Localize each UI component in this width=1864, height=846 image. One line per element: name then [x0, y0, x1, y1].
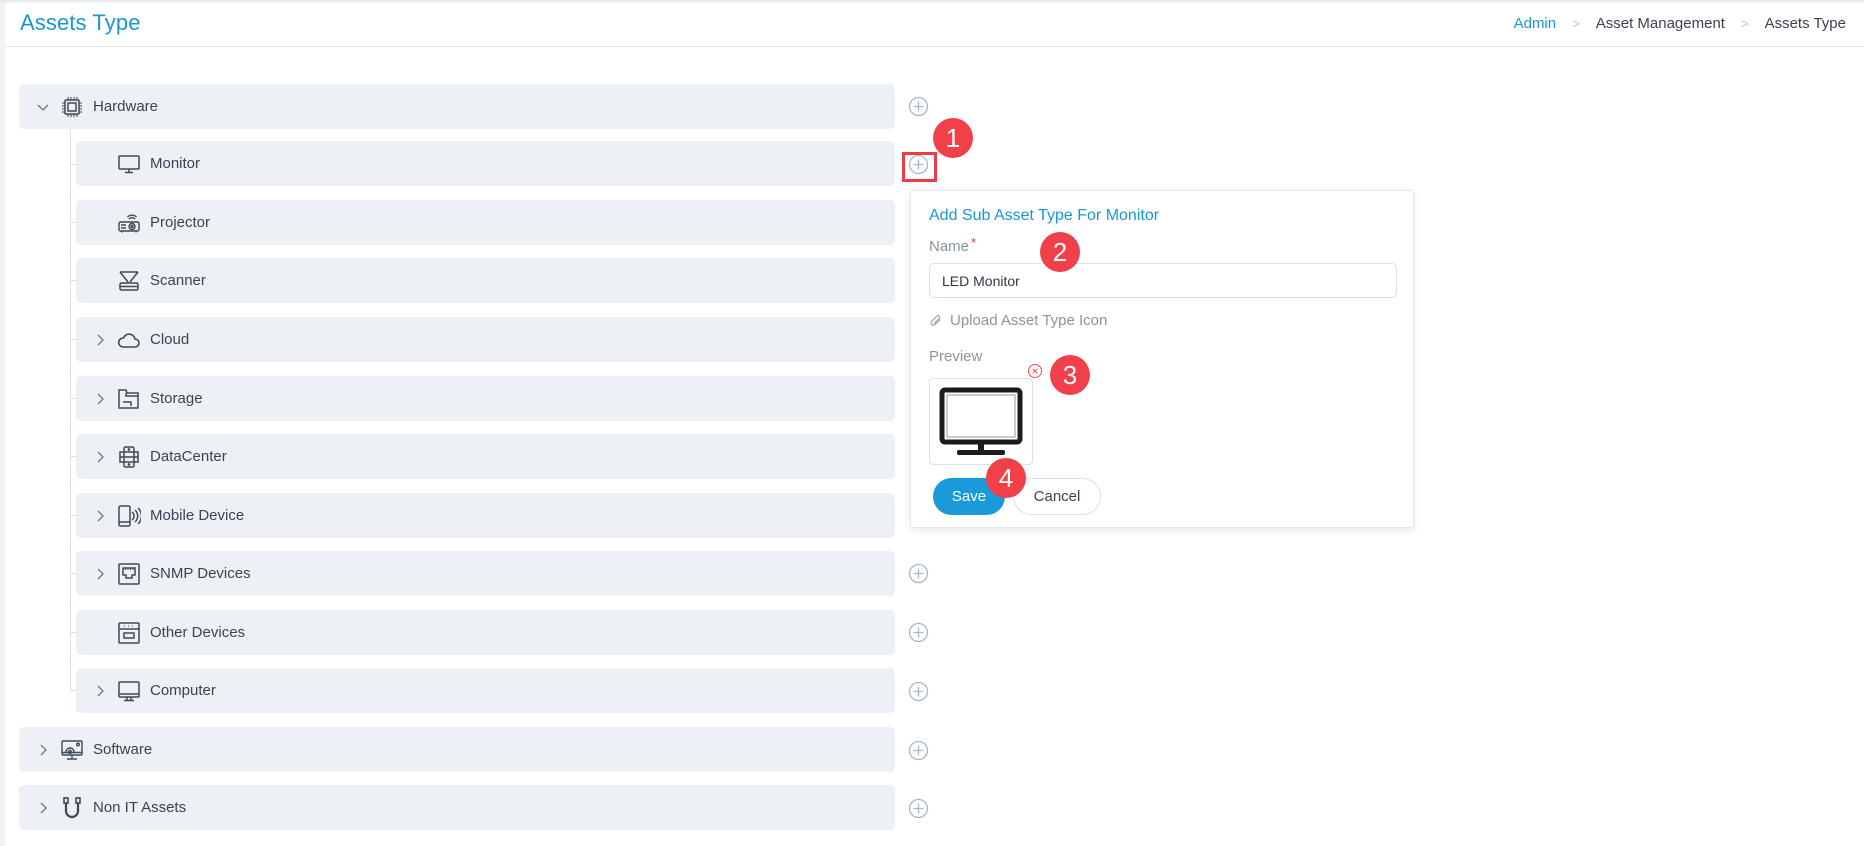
icon-preview [929, 378, 1033, 465]
tree-row-label: Cloud [150, 331, 190, 348]
tree-row-software[interactable]: Software [19, 727, 895, 772]
cloud-icon [117, 328, 141, 352]
plus-circle-icon [908, 681, 929, 702]
tree-row-snmp-devices[interactable]: SNMP Devices [76, 551, 895, 596]
close-circle-icon [1028, 364, 1042, 378]
tree-row-label: Computer [150, 682, 216, 699]
page-header: Assets Type Admin > Asset Management > A… [5, 0, 1864, 47]
step-badge-2: 2 [1040, 232, 1080, 272]
tree-row-label: DataCenter [150, 448, 227, 465]
chevron-right-icon[interactable] [36, 743, 50, 757]
scanner-icon [117, 269, 141, 293]
add-sub-type-snmp-button[interactable] [908, 563, 929, 584]
tree-row-label: Other Devices [150, 624, 246, 641]
other-devices-icon [117, 621, 141, 645]
plus-circle-icon [908, 740, 929, 761]
tree-connector-line [70, 128, 71, 691]
tree-row-other-devices[interactable]: Other Devices [76, 610, 895, 655]
chevron-right-icon[interactable] [93, 567, 107, 581]
add-sub-type-non-it-button[interactable] [908, 798, 929, 819]
add-sub-type-other-devices-button[interactable] [908, 622, 929, 643]
monitor-icon [117, 152, 141, 176]
name-input[interactable] [929, 263, 1397, 298]
tree-row-label: Software [93, 741, 153, 758]
monitor-icon [939, 387, 1023, 455]
add-sub-type-hardware-button[interactable] [908, 96, 929, 117]
tree-row-label: Non IT Assets [93, 799, 187, 816]
required-mark: * [971, 235, 977, 250]
breadcrumb-separator-icon: > [1740, 16, 1749, 31]
plus-circle-icon [908, 563, 929, 584]
breadcrumb-assets-type: Assets Type [1764, 15, 1846, 32]
plus-circle-icon [908, 798, 929, 819]
chip-icon [60, 95, 84, 119]
tree-row-cloud[interactable]: Cloud [76, 317, 895, 362]
tree-row-storage[interactable]: Storage [76, 376, 895, 421]
tree-row-label: Scanner [150, 272, 206, 289]
chevron-right-icon[interactable] [93, 392, 107, 406]
tree-row-projector[interactable]: Projector [76, 200, 895, 245]
tree-row-computer[interactable]: Computer [76, 668, 895, 713]
mobile-device-icon [117, 504, 141, 528]
chevron-down-icon[interactable] [36, 100, 50, 114]
cancel-button[interactable]: Cancel [1013, 478, 1101, 515]
storage-icon [117, 387, 141, 411]
breadcrumb-admin[interactable]: Admin [1514, 15, 1557, 32]
upload-asset-type-icon-link[interactable]: Upload Asset Type Icon [929, 312, 1107, 329]
paperclip-icon [929, 313, 943, 329]
step-badge-4: 4 [986, 458, 1026, 498]
breadcrumb-asset-management: Asset Management [1595, 15, 1725, 32]
preview-label: Preview [929, 348, 983, 365]
step-badge-3: 3 [1050, 355, 1090, 395]
snmp-icon [117, 562, 141, 586]
tree-row-label: Hardware [93, 98, 159, 115]
software-monitor-icon [60, 738, 84, 762]
annotation-highlight-box [902, 152, 937, 182]
plus-circle-icon [908, 622, 929, 643]
projector-icon [117, 211, 141, 235]
datacenter-icon [117, 445, 141, 469]
cable-icon [60, 796, 84, 820]
popup-title: Add Sub Asset Type For Monitor [929, 207, 1160, 224]
add-sub-type-computer-button[interactable] [908, 681, 929, 702]
name-label: Name * [929, 235, 977, 255]
add-sub-type-software-button[interactable] [908, 740, 929, 761]
tree-row-monitor[interactable]: Monitor [76, 141, 895, 186]
plus-circle-icon [908, 96, 929, 117]
remove-preview-button[interactable] [1027, 363, 1043, 379]
chevron-right-icon[interactable] [93, 509, 107, 523]
step-badge-1: 1 [933, 118, 973, 158]
breadcrumb-separator-icon: > [1572, 16, 1580, 31]
page-title: Assets Type [20, 10, 141, 35]
tree-row-datacenter[interactable]: DataCenter [76, 434, 895, 479]
chevron-right-icon[interactable] [93, 333, 107, 347]
tree-row-non-it-assets[interactable]: Non IT Assets [19, 785, 895, 830]
tree-row-mobile-device[interactable]: Mobile Device [76, 493, 895, 538]
tree-row-label: Mobile Device [150, 507, 245, 524]
chevron-right-icon[interactable] [36, 801, 50, 815]
breadcrumb: Admin > Asset Management > Assets Type [1514, 15, 1846, 32]
chevron-right-icon[interactable] [93, 450, 107, 464]
tree-row-hardware[interactable]: Hardware [19, 84, 895, 129]
tree-row-scanner[interactable]: Scanner [76, 258, 895, 303]
chevron-right-icon[interactable] [93, 684, 107, 698]
tree-row-label: Monitor [150, 155, 201, 172]
tree-row-label: Storage [150, 390, 203, 407]
computer-icon [117, 679, 141, 703]
left-edge-strip [0, 0, 5, 846]
tree-row-label: SNMP Devices [150, 565, 251, 582]
tree-row-label: Projector [150, 214, 211, 231]
